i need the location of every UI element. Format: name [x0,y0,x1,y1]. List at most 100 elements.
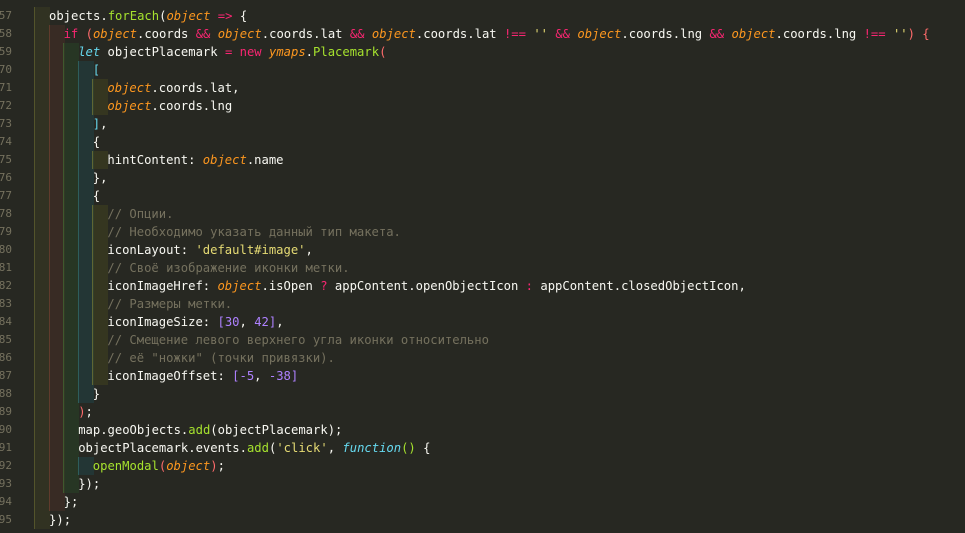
line-number-text: 58 [0,27,12,40]
indent-guide [34,43,50,61]
code-token: name [254,153,284,167]
code-line[interactable]: 78 // Опции. [0,205,965,223]
indent-guide [77,205,94,223]
code-line[interactable]: 90 map.geoObjects.add(objectPlacemark); [0,421,965,439]
code-text: }, [93,169,108,187]
indent-guide [63,79,80,97]
code-line[interactable]: 70 [ [0,61,965,79]
code-text: ); [78,403,93,421]
code-token: objectPlacemark [100,45,218,59]
code-token: ) [78,405,86,419]
indent-guide [63,331,80,349]
code-line[interactable]: 87 iconImageOffset: [-5, -38] [0,367,965,385]
code-token: : [518,279,541,293]
code-line[interactable]: 59 let objectPlacemark = new ymaps.Placem… [0,43,965,61]
code-token: coords [158,81,203,95]
indent-guide [92,205,109,223]
code-editor[interactable]: 57 objects.forEach(object => { 58 if (objec… [0,0,965,533]
indent-guide [48,439,65,457]
indent-guide [92,331,109,349]
code-line[interactable]: 86 // её "ножки" (точки привязки). [0,349,965,367]
line-number-text: 74 [0,135,12,148]
indent-guide [34,475,50,493]
line-number: 81 [0,259,12,277]
indent-guide [77,259,94,277]
code-line[interactable]: 94}; [0,493,965,511]
indent-guide [63,169,80,187]
code-line[interactable]: 77 { [0,187,965,205]
code-line[interactable]: 83 // Размеры метки. [0,295,965,313]
line-number: 82 [0,277,12,295]
code-token: }) [78,477,93,491]
indent-guide [48,421,65,439]
indent-guide [92,295,109,313]
code-token: coords [158,99,203,113]
line-number-text: 83 [0,297,12,310]
indent-guide [48,241,65,259]
code-line[interactable]: 75 hintContent: object.name [0,151,965,169]
indent-guide [63,151,80,169]
line-number: 59 [0,43,12,61]
indent-guide [92,259,109,277]
indent-guide [63,43,80,61]
code-line[interactable]: 74 { [0,133,965,151]
code-line[interactable]: 58 if (object.coords && object.coords.lat… [0,25,965,43]
line-number-text: 84 [0,315,12,328]
line-number: 92 [0,457,12,475]
code-line[interactable]: 85 // Смещение левого верхнего угла иконк… [0,331,965,349]
code-line[interactable]: 92 openModal(object); [0,457,965,475]
line-number-text: 76 [0,171,12,184]
line-number: 89 [0,403,12,421]
line-number: 80 [0,241,12,259]
code-token: ) { [907,27,930,41]
line-number: 90 [0,421,12,439]
code-token: , [100,171,108,185]
code-line[interactable]: 81 // Своё изображение иконки метки. [0,259,965,277]
code-line[interactable]: 72 object.coords.lng [0,97,965,115]
line-number-text: 95 [0,513,12,526]
code-line[interactable]: 93}); [0,475,965,493]
indent-guide [34,313,50,331]
code-token: , [327,441,343,455]
indent-guide [48,97,65,115]
code-token: object [217,279,262,293]
code-token: new [239,45,262,59]
code-token: openObjectIcon [415,279,519,293]
code-line[interactable]: 76}, [0,169,965,187]
indent-guide [34,511,50,529]
indent-guide [34,493,50,511]
code-token: lat [320,27,343,41]
code-line[interactable]: 82 iconImageHref: object.isOpen ? appCont… [0,277,965,295]
indent-guide [34,367,50,385]
code-line[interactable]: 80 iconLayout: 'default#image', [0,241,965,259]
code-line[interactable]: 89); [0,403,965,421]
code-text: map.geoObjects.add(objectPlacemark); [78,421,342,439]
code-line[interactable]: 79 // Необходимо указать данный тип макет… [0,223,965,241]
code-line[interactable]: 57 objects.forEach(object => { [0,7,965,25]
code-line[interactable]: 95}); [0,511,965,529]
code-line[interactable]: 91 objectPlacemark.events.add('click', fu… [0,439,965,457]
indent-guide [92,79,109,97]
code-token: // Размеры метки. [107,297,233,311]
code-token: 30 [224,315,240,329]
code-text: object.coords.lat, [107,79,239,97]
code-token: object [166,9,211,23]
indent-guide [63,259,80,277]
indent-guide [63,295,80,313]
code-text: if (object.coords && object.coords.lat &… [64,25,930,43]
indent-guide [34,331,50,349]
code-line[interactable]: 73], [0,115,965,133]
indent-guide [34,259,50,277]
code-line[interactable]: 84 iconImageSize: [30, 42], [0,313,965,331]
code-token: . [151,81,159,95]
code-token: { [92,135,101,149]
indent-guide [34,421,50,439]
code-token: , [305,243,313,257]
indent-guide [63,385,80,403]
code-line[interactable]: 71 object.coords.lat, [0,79,965,97]
code-line[interactable]: 88} [0,385,965,403]
indent-guide [34,7,50,25]
line-number: 94 [0,493,12,511]
code-token: ; [92,477,101,491]
indent-guide [34,403,50,421]
